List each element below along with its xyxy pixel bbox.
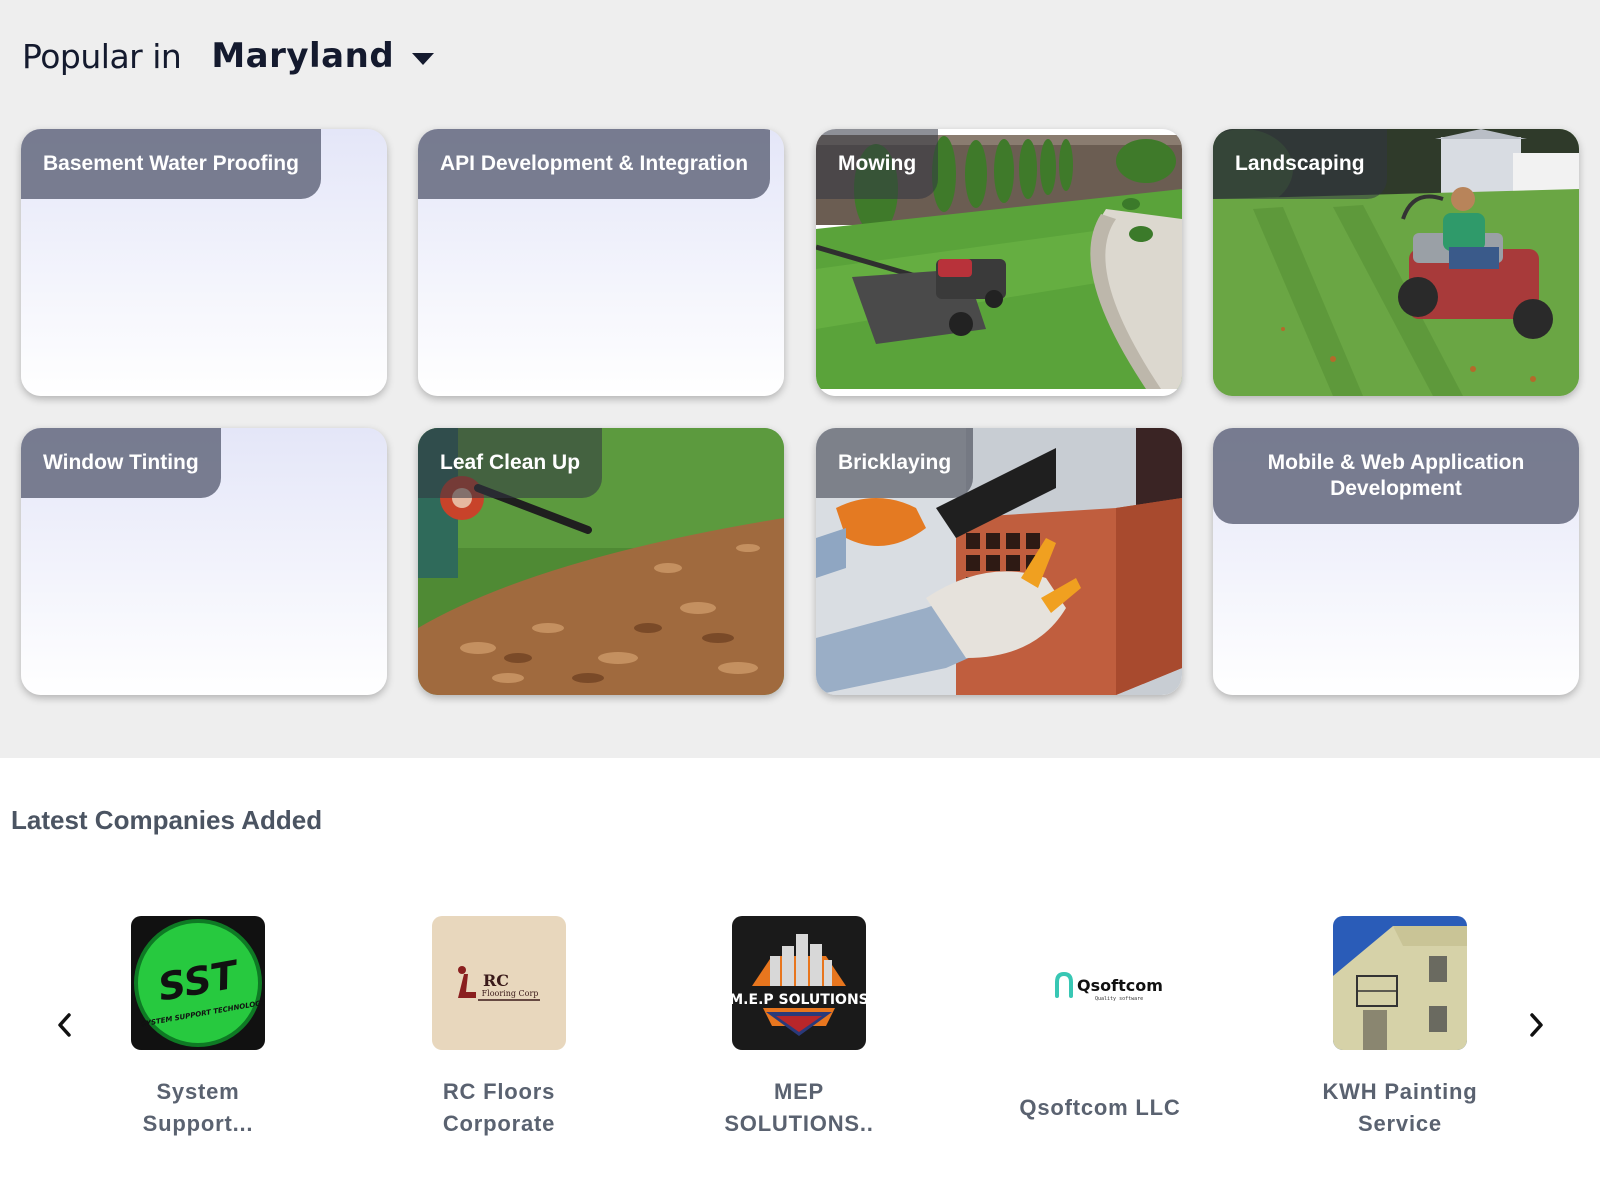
caret-down-icon [412, 53, 435, 65]
region-label: Maryland [211, 36, 395, 76]
region-dropdown[interactable]: Maryland [211, 36, 435, 76]
category-card-api-development[interactable]: API Development & Integration [418, 129, 784, 396]
company-logo: Qsoftcom Quality software [1033, 916, 1167, 1050]
category-label: Mowing [816, 129, 939, 199]
company-card[interactable]: SST SYSTEM SUPPORT TECHNOLOGY System Sup… [68, 916, 328, 1140]
category-card-mowing[interactable]: Mowing [816, 129, 1182, 396]
category-label: Basement Water Proofing [21, 129, 321, 199]
category-card-window-tinting[interactable]: Window Tinting [21, 428, 387, 695]
company-logo [1333, 916, 1467, 1050]
category-label: Landscaping [1213, 129, 1387, 199]
company-name: MEP SOLUTIONS.. [724, 1079, 874, 1136]
company-card[interactable]: Qsoftcom Quality software Qsoftcom LLC [970, 916, 1230, 1124]
popular-section: Popular in Maryland Basement Water Proof… [0, 0, 1600, 758]
company-logo: M.E.P SOLUTIONS [732, 916, 866, 1050]
category-label: Mobile & Web Application Development [1213, 428, 1579, 524]
svg-text:Flooring Corp: Flooring Corp [482, 989, 539, 998]
popular-header: Popular in Maryland [22, 36, 435, 76]
category-label: Leaf Clean Up [418, 428, 603, 498]
popular-prefix: Popular in [22, 36, 182, 76]
svg-text:M.E.P SOLUTIONS: M.E.P SOLUTIONS [732, 992, 866, 1008]
company-name: System Support... [142, 1079, 254, 1136]
category-card-mobile-web-app-development[interactable]: Mobile & Web Application Development [1213, 428, 1579, 695]
category-label: API Development & Integration [418, 129, 771, 199]
svg-text:RC: RC [483, 971, 509, 990]
category-label: Window Tinting [21, 428, 221, 498]
category-label: Bricklaying [816, 428, 974, 498]
category-card-landscaping[interactable]: Landscaping [1213, 129, 1579, 396]
company-logo: SST SYSTEM SUPPORT TECHNOLOGY [131, 916, 265, 1050]
category-card-bricklaying[interactable]: Bricklaying [816, 428, 1182, 695]
category-card-leaf-clean-up[interactable]: Leaf Clean Up [418, 428, 784, 695]
category-card-basement-water-proofing[interactable]: Basement Water Proofing [21, 129, 387, 396]
latest-companies-title: Latest Companies Added [11, 805, 323, 835]
company-card[interactable]: M.E.P SOLUTIONS MEP SOLUTIONS.. [669, 916, 929, 1140]
svg-text:Quality software: Quality software [1095, 996, 1143, 1002]
company-card[interactable]: KWH Painting Service [1270, 916, 1530, 1140]
company-card[interactable]: RC Flooring Corp RC Floors Corporate [369, 916, 629, 1140]
company-name: Qsoftcom LLC [1019, 1095, 1181, 1120]
company-name: KWH Painting Service [1322, 1079, 1478, 1136]
company-logo: RC Flooring Corp [432, 916, 566, 1050]
svg-text:Qsoftcom: Qsoftcom [1077, 976, 1163, 995]
company-name: RC Floors Corporate [442, 1079, 556, 1136]
